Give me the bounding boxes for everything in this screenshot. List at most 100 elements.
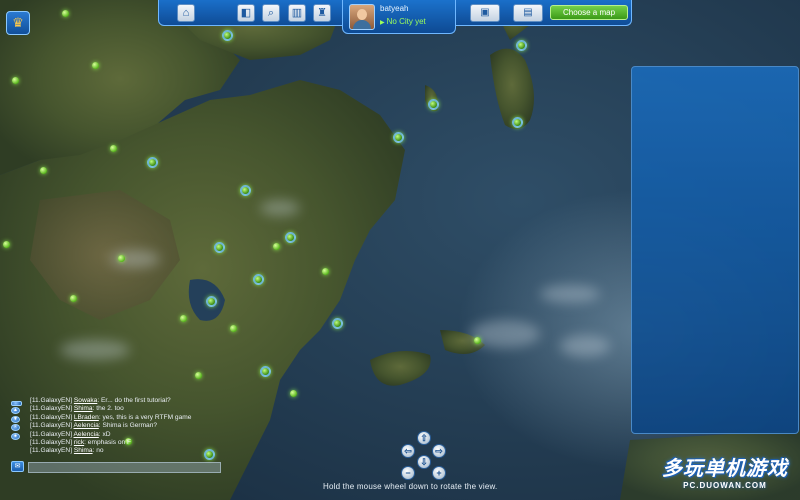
city-marker[interactable] [110, 145, 117, 152]
city-marker[interactable] [62, 10, 69, 17]
city-marker[interactable] [40, 167, 47, 174]
chat-text: : no [92, 447, 104, 455]
chat-channel: [11.GalaxyEN] [30, 405, 73, 413]
city-marker[interactable] [285, 232, 296, 243]
city-marker[interactable] [474, 337, 481, 344]
chat-username-link[interactable]: Sowaka [74, 397, 97, 404]
city-marker[interactable] [322, 268, 329, 275]
city-marker[interactable] [230, 325, 237, 332]
chat-username-link[interactable]: Shima [74, 405, 93, 412]
watermark-sub: PC.DUOWAN.COM [683, 481, 767, 490]
plus-icon: + [436, 468, 442, 478]
stats-icon: ▥ [291, 7, 303, 19]
chat-channel: [11.GalaxyEN] [30, 447, 73, 455]
city-status: ▶ No City yet [380, 17, 426, 26]
chat-username-link[interactable]: LBraden [74, 414, 99, 421]
city-marker[interactable] [214, 242, 225, 253]
city-marker[interactable] [12, 77, 19, 84]
map-button[interactable]: ▤ [513, 4, 543, 22]
chat-send-button[interactable]: ✉ [11, 461, 24, 472]
view-button[interactable]: ◧ [237, 4, 255, 22]
city-marker[interactable] [260, 366, 271, 377]
cloud [540, 285, 600, 303]
message-icon: ✉ [14, 463, 21, 470]
chat-toolbar: ▲ ▼ × ● [11, 401, 22, 441]
chat-text: : emphasis on F [84, 439, 132, 447]
city-marker[interactable] [428, 99, 439, 110]
arrow-up-icon: ⇧ [420, 433, 428, 443]
chat-username-link[interactable]: rick [74, 439, 84, 446]
arrow-left-icon: ⇦ [404, 446, 412, 456]
cloud [560, 335, 610, 357]
map-icon: ▤ [523, 7, 533, 18]
chat-channel: [11.GalaxyEN] [30, 422, 73, 430]
city-marker[interactable] [118, 255, 125, 262]
chat-channel: [11.GalaxyEN] [30, 413, 73, 421]
region-button[interactable]: ▣ [470, 4, 500, 22]
chat-message: [11.GalaxyEN] Shima: the 2. too [30, 405, 270, 413]
watermark: 多玩单机游戏 PC.DUOWAN.COM [655, 452, 795, 490]
region-icon: ▣ [480, 7, 490, 18]
home-button[interactable]: ⌂ [177, 4, 195, 22]
home-icon: ⌂ [182, 7, 190, 19]
city-marker[interactable] [393, 132, 404, 143]
city-marker[interactable] [92, 62, 99, 69]
city-marker[interactable] [273, 243, 280, 250]
search-button[interactable]: ⌕ [262, 4, 280, 22]
cloud [260, 200, 300, 216]
choose-map-button[interactable]: Choose a map [550, 5, 628, 20]
chat-message: [11.GalaxyEN] Shima: no [30, 447, 270, 455]
city-marker[interactable] [512, 117, 523, 128]
close-icon[interactable]: × [11, 424, 20, 432]
city-marker[interactable] [240, 185, 251, 196]
city-marker[interactable] [195, 372, 202, 379]
chat-text: : Shima is German? [98, 422, 158, 430]
city-marker[interactable] [147, 157, 158, 168]
city-marker[interactable] [206, 296, 217, 307]
rotate-hint: Hold the mouse wheel down to rotate the … [323, 482, 498, 491]
game-logo-button[interactable]: ♛ [6, 11, 30, 35]
city-marker[interactable] [332, 318, 343, 329]
zoom-in-button[interactable]: + [432, 466, 446, 480]
chat-text: : the 2. too [92, 405, 124, 413]
cloud [60, 340, 130, 360]
chat-input[interactable] [28, 462, 221, 473]
nav-east-button[interactable]: ⇨ [432, 444, 446, 458]
scroll-up-icon[interactable]: ▲ [11, 407, 20, 415]
minus-icon: − [405, 468, 411, 478]
chat-log: [11.GalaxyEN] Sowaka: Er... do the first… [30, 397, 270, 456]
cloud [470, 320, 540, 348]
nav-south-button[interactable]: ⇩ [417, 455, 431, 469]
trophy-button[interactable]: ♜ [313, 4, 331, 22]
avatar[interactable] [349, 4, 375, 30]
chat-username-link[interactable]: Aelencia [74, 431, 99, 438]
city-marker[interactable] [253, 274, 264, 285]
play-arrow-icon: ▶ [380, 20, 385, 26]
chat-tab-icon[interactable] [11, 401, 22, 406]
city-marker[interactable] [180, 315, 187, 322]
city-marker[interactable] [290, 390, 297, 397]
chat-text: : xD [98, 430, 111, 438]
player-profile[interactable]: batyeah ▶ No City yet [342, 0, 456, 34]
watermark-main: 多玩单机游戏 [662, 458, 788, 480]
nav-west-button[interactable]: ⇦ [401, 444, 415, 458]
settings-icon[interactable]: ● [11, 432, 20, 440]
chat-text: : Er... do the first tutorial? [97, 397, 171, 404]
chat-message: [11.GalaxyEN] LBraden: yes, this is a ve… [30, 414, 270, 422]
info-side-panel [631, 66, 799, 434]
city-marker[interactable] [222, 30, 233, 41]
chat-username-link[interactable]: Shima [74, 447, 93, 454]
zoom-out-button[interactable]: − [401, 466, 415, 480]
city-marker[interactable] [516, 40, 527, 51]
city-marker[interactable] [70, 295, 77, 302]
chat-text: : yes, this is a very RTFM game [98, 413, 192, 421]
nav-north-button[interactable]: ⇧ [417, 431, 431, 445]
stats-button[interactable]: ▥ [288, 4, 306, 22]
scroll-down-icon[interactable]: ▼ [11, 415, 20, 423]
chat-username-link[interactable]: Aelencia [74, 422, 99, 429]
chat-message: [11.GalaxyEN] rick: emphasis on F [30, 439, 270, 447]
username: batyeah [380, 4, 409, 13]
chat-message: [11.GalaxyEN] Aelencia: xD [30, 431, 270, 439]
city-status-text: No City yet [386, 17, 426, 26]
city-marker[interactable] [3, 241, 10, 248]
